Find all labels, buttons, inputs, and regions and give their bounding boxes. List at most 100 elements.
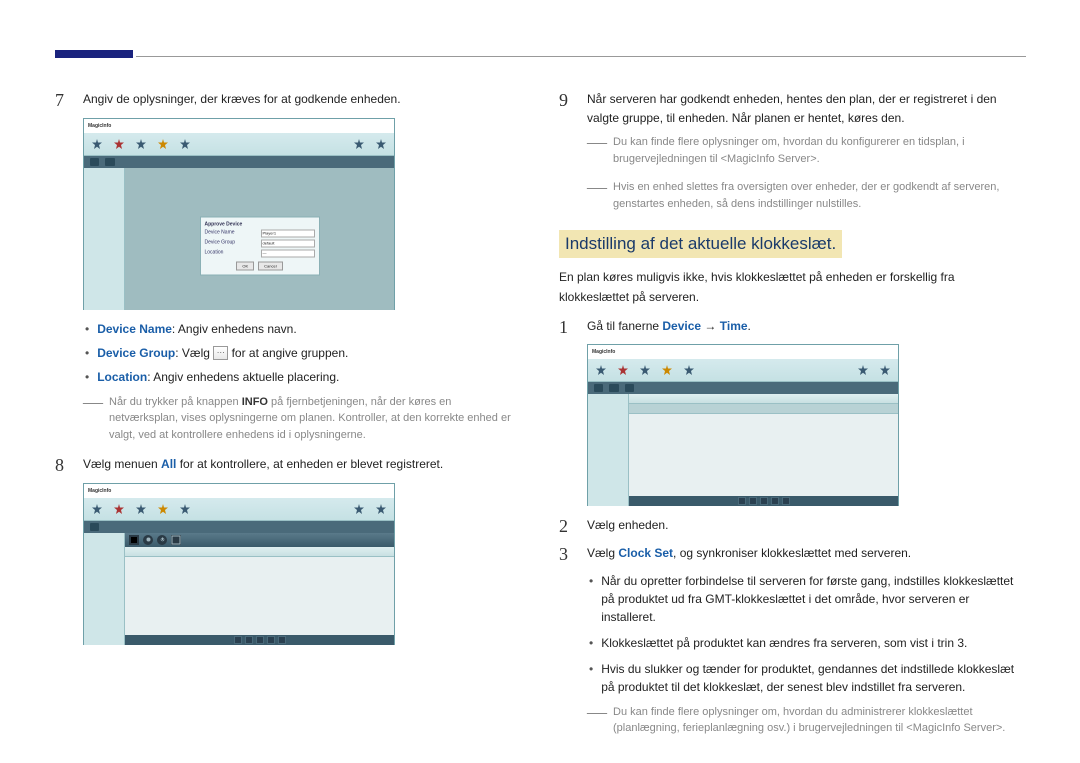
section-intro: En plan køres muligvis ikke, hvis klokke… [559, 268, 1025, 306]
ss-footer [125, 635, 394, 645]
note-info-button: ― Når du trykker på knappen INFO på fjer… [83, 394, 521, 444]
dash-icon: ― [587, 704, 607, 737]
ss-sidebar [84, 168, 125, 310]
field-label: Location [97, 370, 147, 384]
ss-top-icons [84, 133, 394, 156]
step-text: Vælg menuen All for at kontrollere, at e… [83, 455, 521, 477]
ss-tab [625, 384, 634, 392]
note-clock: ― Du kan finde flere oplysninger om, hvo… [587, 704, 1025, 737]
dash-icon: ― [83, 394, 103, 444]
step-number: 2 [559, 516, 573, 538]
star-icon [136, 504, 146, 514]
list-item: • Klokkeslættet på produktet kan ændres f… [589, 634, 1025, 652]
modal-label: Device Group [205, 239, 236, 247]
step-number: 7 [55, 90, 69, 112]
bullet-text: : Angiv enhedens navn. [172, 322, 297, 336]
star-icon [354, 139, 364, 149]
bullet-dot-icon: • [85, 320, 89, 338]
star-icon [114, 504, 124, 514]
modal-input: — [261, 249, 315, 257]
ss-footer [629, 496, 898, 506]
bullet-text: : Vælg [175, 346, 213, 360]
star-icon [180, 504, 190, 514]
ss-logo-text: MagicInfo [88, 488, 111, 494]
modal-input: default [261, 239, 315, 247]
bullet-dot-icon: • [589, 660, 593, 696]
star-icon [596, 365, 606, 375]
bullet-text: : Angiv enhedens aktuelle placering. [147, 370, 339, 384]
header-rule [136, 56, 1026, 57]
clock-bullets: •Når du opretter forbindelse til servere… [589, 572, 1025, 696]
step-text: Vælg Clock Set, og synkroniser klokkeslæ… [587, 544, 1025, 566]
field-label: Device Name [97, 322, 172, 336]
ss-main-area [629, 394, 898, 506]
modal-label: Location [205, 249, 224, 257]
star-icon [158, 504, 168, 514]
star-icon [158, 139, 168, 149]
approve-device-modal: Approve Device Device Name Player1 Device… [200, 216, 320, 275]
clock-set-label: Clock Set [618, 546, 673, 560]
star-icon [858, 365, 868, 375]
tab-device: Device [662, 319, 701, 333]
bullet-text: Når du opretter forbindelse til serveren… [601, 572, 1025, 626]
toolbar-button-icon [143, 535, 153, 545]
bullet-text: Klokkeslættet på produktet kan ændres fr… [601, 634, 967, 652]
modal-ok-button: OK [236, 261, 254, 270]
dash-icon: ― [587, 179, 607, 212]
bullet-device-name: • Device Name: Angiv enhedens navn. [85, 320, 521, 338]
star-icon [662, 365, 672, 375]
note-9b: ― Hvis en enhed slettes fra oversigten o… [587, 179, 1025, 212]
star-icon [92, 504, 102, 514]
ss-toolbar [125, 533, 394, 547]
star-icon [618, 365, 628, 375]
step-text: Vælg enheden. [587, 516, 1025, 538]
star-icon [880, 365, 890, 375]
step-3: 3 Vælg Clock Set, og synkroniser klokkes… [559, 544, 1025, 566]
star-icon [180, 139, 190, 149]
modal-label: Device Name [205, 229, 235, 237]
star-icon [92, 139, 102, 149]
list-item: •Hvis du slukker og tænder for produktet… [589, 660, 1025, 696]
step-8: 8 Vælg menuen All for at kontrollere, at… [55, 455, 521, 477]
modal-cancel-button: Cancel [258, 261, 282, 270]
screenshot-device-list: MagicInfo [83, 483, 395, 645]
tab-time: Time [720, 319, 748, 333]
toolbar-button-icon [129, 535, 139, 545]
step-number: 1 [559, 317, 573, 339]
ss-tab [609, 384, 618, 392]
left-column: 7 Angiv de oplysninger, der kræves for a… [55, 90, 521, 749]
bullet-text: for at angive gruppen. [228, 346, 348, 360]
note-text: Når du trykker på knappen [109, 396, 242, 408]
star-icon [376, 139, 386, 149]
note-bold: INFO [242, 396, 268, 408]
step-number: 3 [559, 544, 573, 566]
bullet-text: Hvis du slukker og tænder for produktet,… [601, 660, 1025, 696]
bullet-device-group: • Device Group: Vælg for at angive grupp… [85, 344, 521, 362]
ss-sidebar [588, 394, 629, 506]
ss-tab [594, 384, 603, 392]
ss-main-area [125, 533, 394, 645]
step-text: Angiv de oplysninger, der kræves for at … [83, 90, 521, 112]
field-label: Device Group [97, 346, 175, 360]
star-icon [114, 139, 124, 149]
bullet-location: • Location: Angiv enhedens aktuelle plac… [85, 368, 521, 386]
selector-icon [213, 346, 228, 360]
ss-tab [90, 523, 99, 531]
ss-main-area: Approve Device Device Name Player1 Device… [125, 168, 394, 310]
step-1: 1 Gå til fanerne Device → Time. [559, 317, 1025, 339]
menu-all: All [161, 457, 176, 471]
ss-logo-text: MagicInfo [88, 123, 111, 129]
note-text: Du kan finde flere oplysninger om, hvord… [613, 704, 1025, 737]
step-number: 9 [559, 90, 573, 128]
note-9a: ― Du kan finde flere oplysninger om, hvo… [587, 134, 1025, 167]
star-icon [354, 504, 364, 514]
section-heading: Indstilling af det aktuelle klokkeslæt. [559, 230, 842, 258]
screenshot-approve-device: MagicInfo [83, 118, 395, 310]
modal-title: Approve Device [205, 221, 315, 227]
star-icon [136, 139, 146, 149]
ss-tab [105, 158, 114, 166]
modal-input: Player1 [261, 229, 315, 237]
bullet-dot-icon: • [589, 634, 593, 652]
step-7: 7 Angiv de oplysninger, der kræves for a… [55, 90, 521, 112]
right-column: 9 Når serveren har godkendt enheden, hen… [559, 90, 1025, 749]
